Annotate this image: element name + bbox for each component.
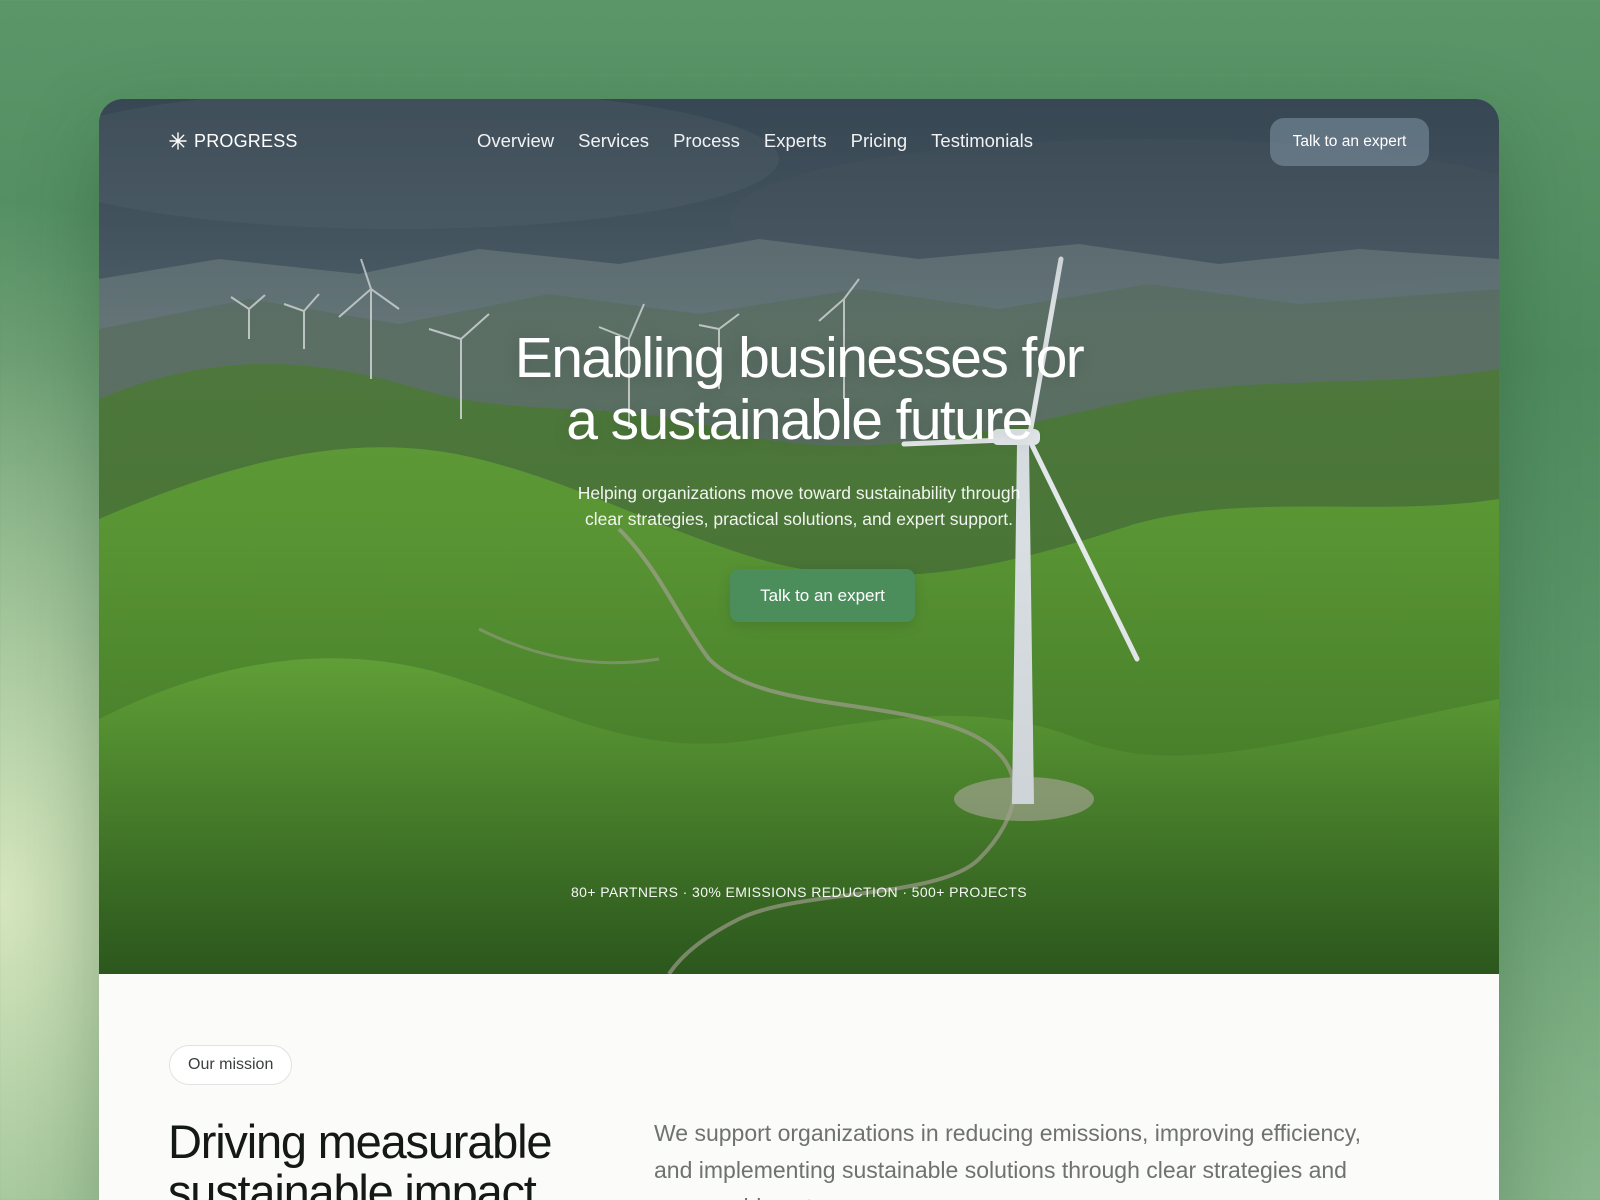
nav-link-experts[interactable]: Experts	[764, 130, 827, 152]
hero-subtitle: Helping organizations move toward sustai…	[519, 480, 1079, 532]
hero-subtitle-line-2: clear strategies, practical solutions, a…	[585, 509, 1013, 529]
nav-links: Overview Services Process Experts Pricin…	[477, 129, 1033, 153]
mission-title-line-1: Driving measurable	[168, 1115, 552, 1168]
mission-title: Driving measurable sustainable impact	[168, 1117, 628, 1200]
landing-page-card: PROGRESS Overview Services Process Exper…	[99, 99, 1499, 1200]
mission-badge: Our mission	[169, 1045, 293, 1085]
mission-description: We support organizations in reducing emi…	[654, 1120, 1361, 1200]
hero-title-line-2: a sustainable future	[566, 388, 1033, 452]
nav-link-testimonials[interactable]: Testimonials	[931, 130, 1033, 152]
nav-link-pricing[interactable]: Pricing	[851, 130, 908, 152]
hero-title-line-1: Enabling businesses for	[514, 326, 1085, 390]
brand-name: PROGRESS	[194, 130, 298, 151]
nav-link-services[interactable]: Services	[578, 130, 649, 152]
nav-link-process[interactable]: Process	[673, 130, 740, 152]
top-navigation: PROGRESS Overview Services Process Exper…	[99, 99, 1499, 189]
hero-section: PROGRESS Overview Services Process Exper…	[99, 99, 1499, 974]
hero-subtitle-line-1: Helping organizations move toward sustai…	[577, 483, 1021, 503]
hero-title: Enabling businesses for a sustainable fu…	[399, 327, 1199, 451]
hero-overlay	[99, 99, 1499, 974]
hero-stats: 80+ PARTNERS · 30% EMISSIONS REDUCTION ·…	[571, 884, 1027, 900]
asterisk-icon	[169, 132, 187, 150]
hero-talk-to-expert-button[interactable]: Talk to an expert	[730, 569, 915, 622]
nav-talk-to-expert-button[interactable]: Talk to an expert	[1270, 118, 1429, 166]
nav-link-overview[interactable]: Overview	[477, 130, 554, 152]
mission-title-line-2: sustainable impact	[168, 1165, 537, 1200]
brand-logo[interactable]: PROGRESS	[169, 129, 298, 153]
